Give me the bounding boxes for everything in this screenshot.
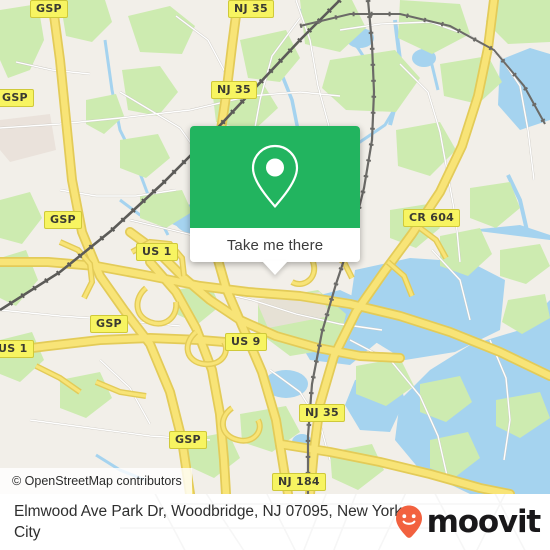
road-shield: GSP	[169, 431, 207, 449]
destination-popup-card[interactable]: Take me there	[190, 126, 360, 275]
road-shield: NJ 184	[272, 473, 326, 491]
popup-tail-pointer	[262, 261, 288, 275]
address-label: Elmwood Ave Park Dr, Woodbridge, NJ 0709…	[14, 503, 403, 541]
road-shield: GSP	[0, 89, 34, 107]
road-shield: US 9	[225, 333, 267, 351]
road-shield: GSP	[44, 211, 82, 229]
map-pin-icon	[251, 144, 299, 208]
road-shield: GSP	[90, 315, 128, 333]
take-me-there-label: Take me there	[226, 236, 324, 254]
popup-action-bar[interactable]: Take me there	[190, 228, 360, 275]
osm-attribution-text: © OpenStreetMap contributors	[12, 474, 182, 488]
road-shield: US 1	[136, 243, 178, 261]
road-shield: NJ 35	[228, 0, 274, 18]
footer-bar: Elmwood Ave Park Dr, Woodbridge, NJ 0709…	[0, 494, 550, 550]
footer-content: Elmwood Ave Park Dr, Woodbridge, NJ 0709…	[0, 494, 550, 550]
moovit-wordmark: moovit	[426, 503, 542, 540]
road-shield: CR 604	[403, 209, 461, 227]
map-viewport[interactable]: GSP NJ 35 NJ 35 GSP GSP US 1 CR 604 GSP …	[0, 0, 550, 494]
osm-attribution[interactable]: © OpenStreetMap contributors	[0, 468, 192, 494]
road-shield: US 1	[0, 340, 34, 358]
moovit-logo[interactable]: moovit	[394, 503, 542, 540]
road-shield: GSP	[30, 0, 68, 18]
road-shield: NJ 35	[299, 404, 345, 422]
moovit-pin-icon	[395, 505, 422, 538]
road-shield: NJ 35	[211, 81, 257, 99]
popup-header	[190, 126, 360, 228]
moovit-map-screenshot: GSP NJ 35 NJ 35 GSP GSP US 1 CR 604 GSP …	[0, 0, 550, 550]
